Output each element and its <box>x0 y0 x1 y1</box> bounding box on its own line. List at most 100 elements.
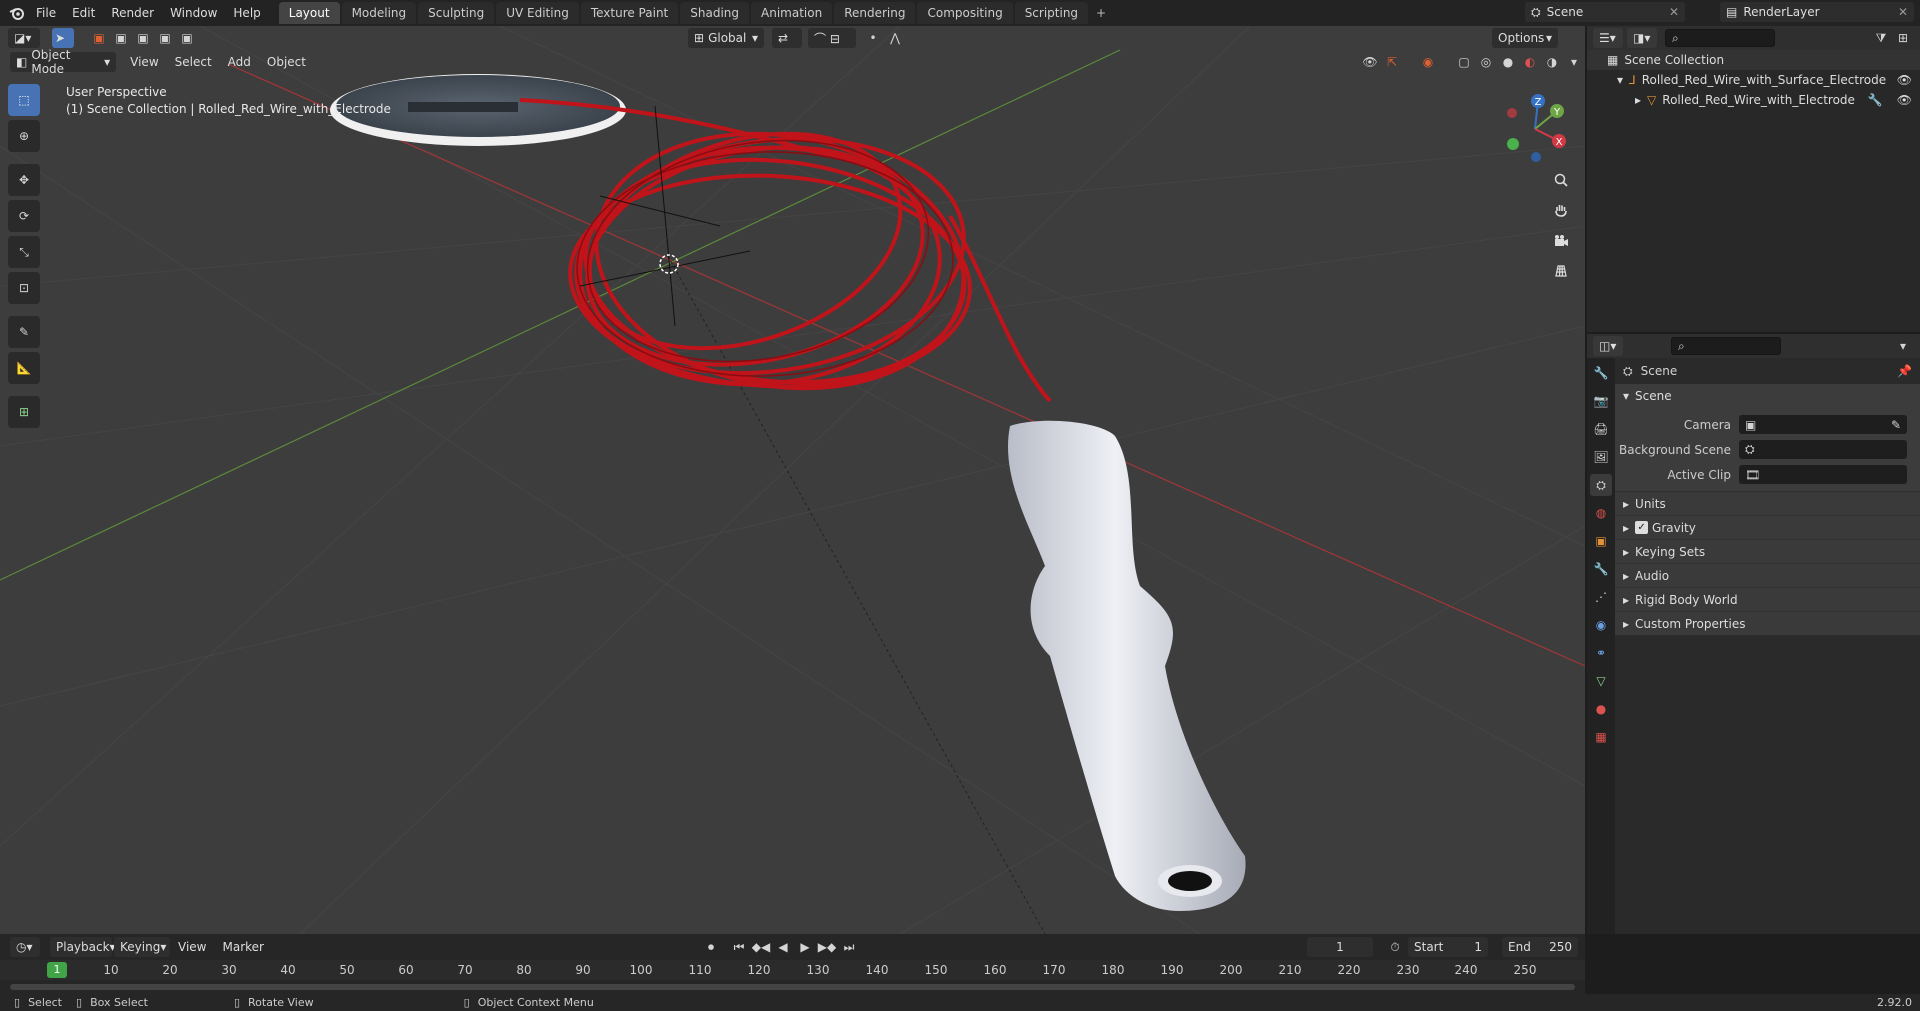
menu-select[interactable]: Select <box>167 55 220 69</box>
particles-tab-icon[interactable]: ⋰ <box>1590 586 1612 608</box>
properties-options-icon[interactable]: ▾ <box>1892 336 1914 356</box>
menu-view[interactable]: View <box>122 55 166 69</box>
background-scene-field[interactable]: ⛭ <box>1739 440 1907 459</box>
keying-sets-panel-header[interactable]: ▸ Keying Sets <box>1615 539 1920 563</box>
blender-logo-icon[interactable] <box>6 0 28 26</box>
eye-icon[interactable]: 👁 <box>1897 93 1912 107</box>
select-tool-button[interactable]: ➤ <box>52 28 74 48</box>
menu-object[interactable]: Object <box>259 55 314 69</box>
falloff-curve-icon[interactable]: ⋀ <box>884 28 906 48</box>
properties-search[interactable]: ⌕ <box>1671 337 1781 355</box>
prev-keyframe-icon[interactable]: ◆◀ <box>750 937 772 957</box>
rotate-tool[interactable]: ⟳ <box>8 200 40 232</box>
pan-hand-icon[interactable] <box>1548 197 1574 223</box>
expand-chevron-icon[interactable]: ▸ <box>1635 93 1641 107</box>
render-tab-icon[interactable]: 📷 <box>1590 390 1612 412</box>
transform-tool[interactable]: ⊡ <box>8 272 40 304</box>
modifier-tab-icon[interactable]: 🔧 <box>1590 558 1612 580</box>
3d-viewport[interactable]: Z Y X <box>0 26 1585 934</box>
timeline-scrollbar[interactable] <box>10 984 1575 990</box>
object-tab-icon[interactable]: ▣ <box>1590 530 1612 552</box>
new-collection-icon[interactable]: ⊞ <box>1892 28 1914 48</box>
wireframe-shading-icon[interactable]: ◎ <box>1475 52 1497 72</box>
play-reverse-icon[interactable]: ◀ <box>772 937 794 957</box>
tool-tab-icon[interactable]: 🔧 <box>1590 362 1612 384</box>
constraints-tab-icon[interactable]: ⚭ <box>1590 642 1612 664</box>
zoom-icon[interactable] <box>1548 167 1574 193</box>
shading-options-icon[interactable]: ▾ <box>1563 52 1585 72</box>
current-frame-marker[interactable]: 1 <box>47 962 67 978</box>
options-dropdown[interactable]: Options ▾ <box>1492 28 1558 48</box>
tab-modeling[interactable]: Modeling <box>341 2 417 24</box>
jump-end-icon[interactable]: ⏭ <box>838 937 860 957</box>
properties-editor-type[interactable]: ◫▾ <box>1593 336 1623 356</box>
rendered-shading-icon[interactable]: ◑ <box>1541 52 1563 72</box>
custom-properties-panel-header[interactable]: ▸ Custom Properties <box>1615 611 1920 635</box>
camera-field[interactable]: ▣ ✎ <box>1739 415 1907 434</box>
timeline-menu-view[interactable]: View <box>170 940 214 954</box>
cursor-tool[interactable]: ⊕ <box>8 120 40 152</box>
scale-tool[interactable]: ⤡ <box>8 236 40 268</box>
outliner-search[interactable]: ⌕ <box>1665 29 1775 47</box>
close-icon[interactable]: ✕ <box>1669 5 1679 19</box>
active-clip-field[interactable]: 🎞 <box>1739 465 1907 484</box>
select-subtract-icon[interactable]: ▣ <box>132 28 154 48</box>
record-icon[interactable]: ⏺ <box>700 937 722 957</box>
outliner-row-scene-collection[interactable]: ▦ Scene Collection <box>1587 50 1920 70</box>
world-tab-icon[interactable]: ◍ <box>1590 502 1612 524</box>
current-frame-field[interactable]: 1 <box>1307 937 1373 957</box>
solid-shading-icon[interactable]: ● <box>1497 52 1519 72</box>
outliner-editor-type[interactable]: ☰▾ <box>1593 28 1623 48</box>
wrench-modifier-icon[interactable]: 🔧 <box>1868 93 1883 107</box>
outliner-row-parent-object[interactable]: ▾ ⅃ Rolled_Red_Wire_with_Surface_Electro… <box>1587 70 1920 90</box>
annotate-tool[interactable]: ✎ <box>8 316 40 348</box>
texture-tab-icon[interactable]: ▦ <box>1590 726 1612 748</box>
keying-dropdown[interactable]: Keying ▾ <box>114 937 170 957</box>
select-extend-icon[interactable]: ▣ <box>110 28 132 48</box>
timeline-menu-marker[interactable]: Marker <box>214 940 271 954</box>
transform-orientation-dropdown[interactable]: ⊞ Global ▾ <box>688 28 764 48</box>
navigation-gizmo[interactable]: Z Y X <box>1500 91 1570 166</box>
tab-rendering[interactable]: Rendering <box>834 2 916 24</box>
material-tab-icon[interactable]: ● <box>1590 698 1612 720</box>
render-layer-selector[interactable]: ▤ RenderLayer ✕ <box>1720 2 1914 22</box>
timeline-ruler[interactable]: 1 10 20 30 40 50 60 70 80 90 100 110 120… <box>0 960 1585 980</box>
gravity-panel-header[interactable]: ▸ ✓ Gravity <box>1615 515 1920 539</box>
filter-icon[interactable]: ⧩ <box>1870 28 1892 48</box>
tab-sculpting[interactable]: Sculpting <box>418 2 495 24</box>
measure-tool[interactable]: 📐 <box>8 352 40 384</box>
select-invert-icon[interactable]: ▣ <box>154 28 176 48</box>
tab-uv-editing[interactable]: UV Editing <box>496 2 579 24</box>
scene-selector[interactable]: ⛭ Scene ✕ <box>1525 2 1685 22</box>
snapping-dropdown[interactable]: ⌒ ⊟ <box>808 28 856 48</box>
menu-add[interactable]: Add <box>220 55 259 69</box>
grid-view-icon[interactable] <box>1548 258 1574 284</box>
units-panel-header[interactable]: ▸ Units <box>1615 491 1920 515</box>
pivot-point-dropdown[interactable]: ⇄ <box>772 28 802 48</box>
move-tool[interactable]: ✥ <box>8 164 40 196</box>
gravity-checkbox[interactable]: ✓ <box>1635 521 1649 534</box>
tab-texture-paint[interactable]: Texture Paint <box>580 2 679 24</box>
play-icon[interactable]: ▶ <box>794 937 816 957</box>
select-new-icon[interactable]: ▣ <box>88 28 110 48</box>
timeline-editor-type[interactable]: ◷▾ <box>10 937 40 957</box>
tab-compositing[interactable]: Compositing <box>917 2 1013 24</box>
eyedropper-icon[interactable]: ✎ <box>1891 418 1901 432</box>
outliner-row-child-object[interactable]: ▸ ▽ Rolled_Red_Wire_with_Electrode 🔧 👁 <box>1587 90 1920 110</box>
camera-view-icon[interactable] <box>1548 228 1574 254</box>
eye-icon[interactable]: 👁 <box>1897 73 1912 87</box>
playback-dropdown[interactable]: Playback ▾ <box>50 937 116 957</box>
view-layer-tab-icon[interactable]: 🖼 <box>1590 446 1612 468</box>
material-preview-icon[interactable]: ◐ <box>1519 52 1541 72</box>
tab-scripting[interactable]: Scripting <box>1014 2 1089 24</box>
next-keyframe-icon[interactable]: ▶◆ <box>816 937 838 957</box>
menu-file[interactable]: File <box>28 0 64 26</box>
scene-panel-header[interactable]: ▾ Scene <box>1615 384 1920 408</box>
object-mode-dropdown[interactable]: ◧ Object Mode ▾ <box>10 48 117 76</box>
start-frame-field[interactable]: Start 1 <box>1408 937 1488 957</box>
close-icon[interactable]: ✕ <box>1898 5 1908 19</box>
xray-icon[interactable]: ▢ <box>1453 52 1475 72</box>
editor-type-button[interactable]: ◪▾ <box>8 28 40 48</box>
add-workspace-button[interactable]: + <box>1090 2 1112 24</box>
data-tab-icon[interactable]: ▽ <box>1590 670 1612 692</box>
